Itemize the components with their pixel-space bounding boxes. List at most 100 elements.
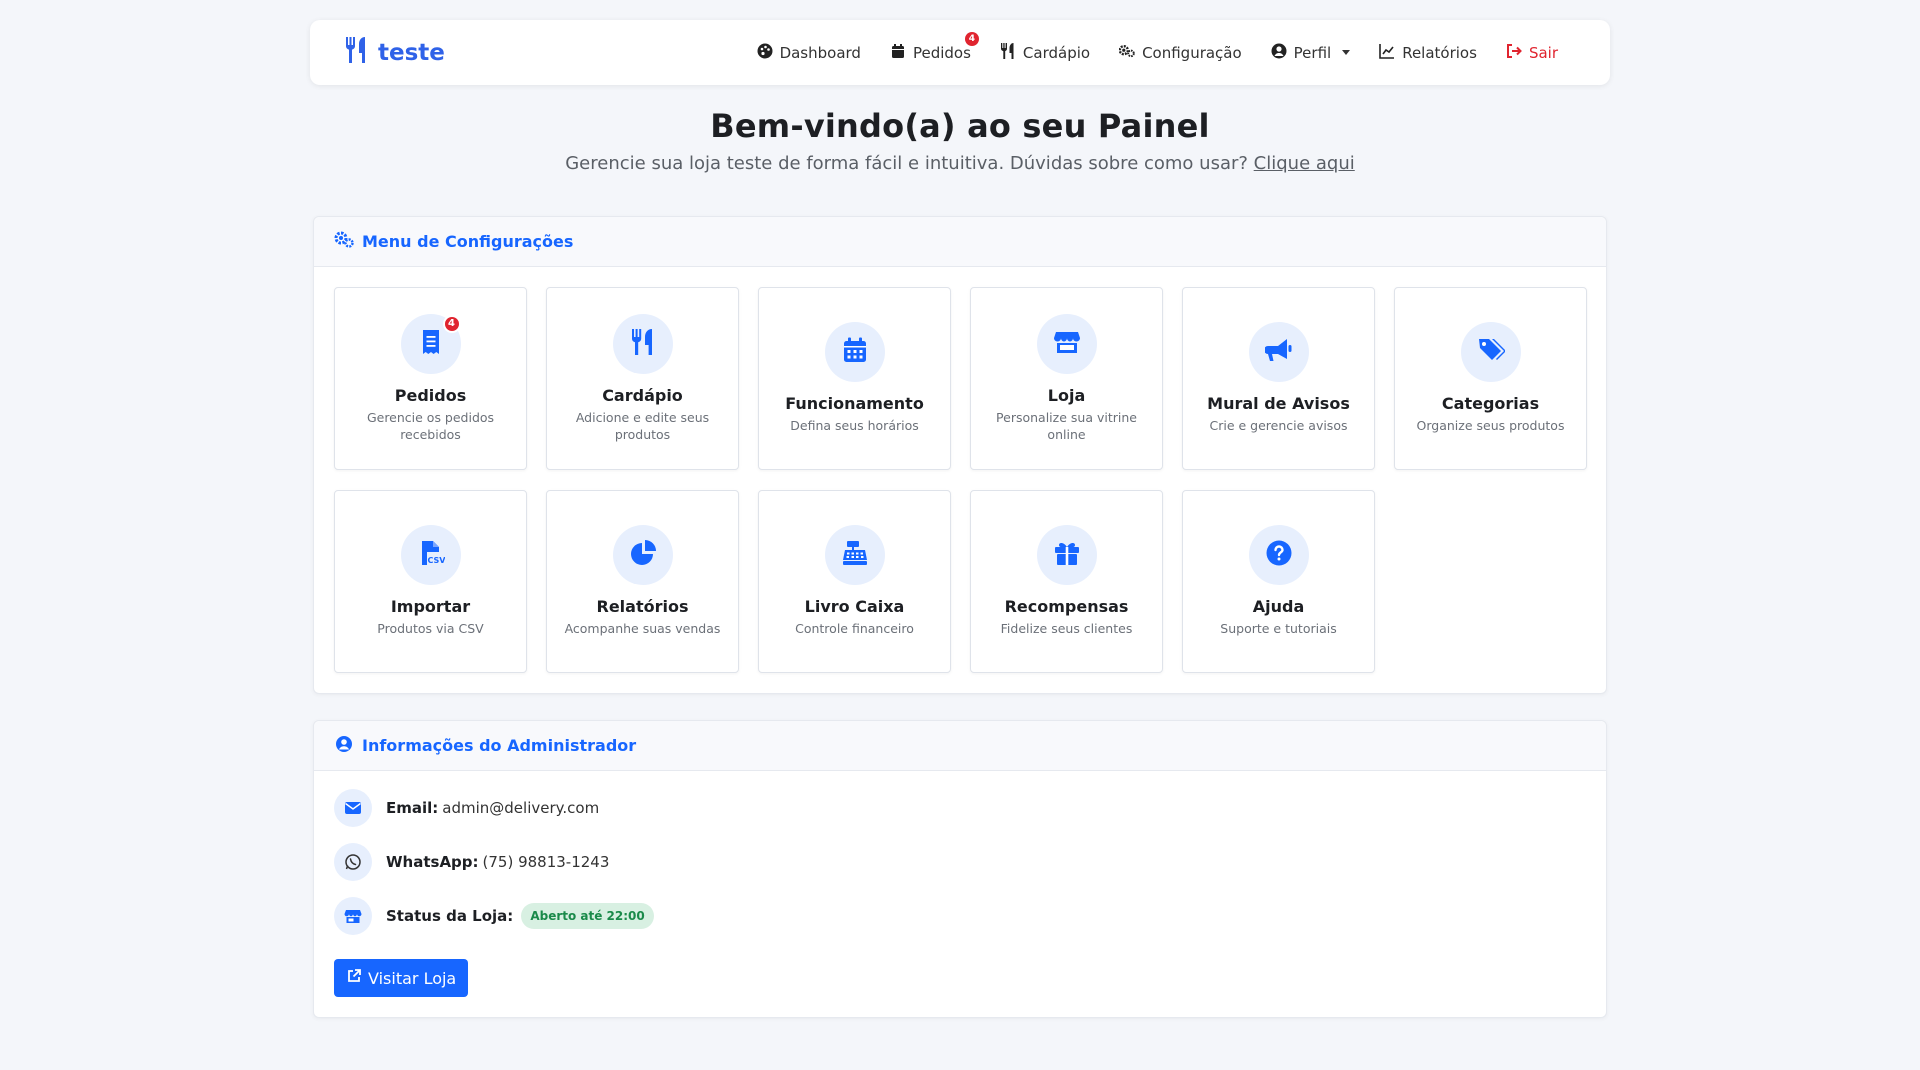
tile-description: Crie e gerencie avisos xyxy=(1209,418,1348,434)
tile-importar[interactable]: CSV Importar Produtos via CSV xyxy=(334,490,527,673)
tile-title: Ajuda xyxy=(1252,597,1305,617)
page-title: Bem-vindo(a) ao seu Painel xyxy=(710,107,1210,145)
gears-icon xyxy=(1118,43,1135,63)
file-csv-icon: CSV xyxy=(417,539,446,571)
card-title: Menu de Configurações xyxy=(362,232,574,251)
tile-loja[interactable]: Loja Personalize sua vitrine online xyxy=(970,287,1163,470)
tile-description: Defina seus horários xyxy=(790,418,919,434)
tile-title: Loja xyxy=(1047,385,1086,405)
nav-item-configuracao[interactable]: Configuração xyxy=(1118,43,1242,63)
info-row-status: Status da Loja: Aberto até 22:00 xyxy=(334,895,1586,937)
info-text: WhatsApp: (75) 98813-1243 xyxy=(386,853,609,871)
tile-description: Personalize sua vitrine online xyxy=(996,409,1137,442)
tile-icon-wrapper xyxy=(1460,322,1521,383)
utensils-icon xyxy=(629,328,657,360)
receipt-icon xyxy=(417,328,445,360)
external-link-icon xyxy=(346,968,362,988)
tile-icon-wrapper xyxy=(1248,525,1309,586)
gears-icon xyxy=(334,231,354,253)
tile-cardapio[interactable]: Cardápio Adicione e edite seus produtos xyxy=(546,287,739,470)
page-subtitle: Gerencie sua loja teste de forma fácil e… xyxy=(310,153,1610,174)
nav-label: Dashboard xyxy=(779,43,861,62)
tile-title: Pedidos xyxy=(394,385,467,405)
tile-icon-wrapper xyxy=(1248,322,1309,383)
tile-description: Fidelize seus clientes xyxy=(1000,621,1133,637)
envelope-icon xyxy=(334,789,372,827)
gift-icon xyxy=(1053,539,1081,571)
page-container: teste Dashboard Pedidos 4 Cardápio Confi… xyxy=(310,20,1610,1018)
brand[interactable]: teste xyxy=(344,36,445,70)
tile-description: Controle financeiro xyxy=(795,621,914,637)
tile-icon-wrapper xyxy=(612,313,673,374)
config-menu-card: Menu de Configurações 4 Pedidos Gerencie… xyxy=(313,216,1607,694)
help-link[interactable]: Clique aqui xyxy=(1254,153,1355,174)
status-label: Status da Loja: xyxy=(386,907,514,925)
tile-title: Relatórios xyxy=(596,597,689,617)
tile-title: Recompensas xyxy=(1004,597,1129,617)
nav-item-dashboard[interactable]: Dashboard xyxy=(757,43,861,63)
nav-label: Relatórios xyxy=(1402,43,1477,62)
question-circle-icon xyxy=(1265,539,1293,571)
tile-icon-wrapper: CSV xyxy=(400,525,461,586)
sign-out-icon xyxy=(1506,43,1522,63)
email-value: admin@delivery.com xyxy=(442,799,600,817)
nav-item-relatorios[interactable]: Relatórios xyxy=(1379,43,1477,63)
tile-description: Produtos via CSV xyxy=(377,621,484,637)
chart-line-icon xyxy=(1379,43,1395,63)
tile-categorias[interactable]: Categorias Organize seus produtos xyxy=(1394,287,1587,470)
tile-icon-wrapper xyxy=(1036,313,1097,374)
tile-icon-wrapper xyxy=(824,525,885,586)
user-circle-icon xyxy=(334,735,354,757)
tile-relatorios[interactable]: Relatórios Acompanhe suas vendas xyxy=(546,490,739,673)
tile-title: Categorias xyxy=(1441,394,1540,414)
nav-item-pedidos[interactable]: Pedidos 4 xyxy=(890,31,979,63)
calendar-icon xyxy=(890,43,906,63)
info-text: Email: admin@delivery.com xyxy=(386,799,599,817)
info-row-whatsapp: WhatsApp: (75) 98813-1243 xyxy=(334,841,1586,883)
nav-item-sair[interactable]: Sair xyxy=(1506,43,1558,63)
store-icon xyxy=(334,897,372,935)
tile-icon-wrapper: 4 xyxy=(400,313,461,374)
top-navbar: teste Dashboard Pedidos 4 Cardápio Confi… xyxy=(310,20,1610,85)
tile-description: Gerencie os pedidos recebidos xyxy=(366,409,495,442)
tile-mural-de-avisos[interactable]: Mural de Avisos Crie e gerencie avisos xyxy=(1182,287,1375,470)
info-row-email: Email: admin@delivery.com xyxy=(334,787,1586,829)
nav-label: Pedidos xyxy=(912,43,971,62)
tags-icon xyxy=(1477,336,1506,368)
status-badge: Aberto até 22:00 xyxy=(521,903,654,929)
tile-funcionamento[interactable]: Funcionamento Defina seus horários xyxy=(758,287,951,470)
megaphone-icon xyxy=(1263,336,1293,368)
tile-title: Cardápio xyxy=(602,385,683,405)
tile-description: Adicione e edite seus produtos xyxy=(575,409,710,442)
notification-badge: 4 xyxy=(964,31,979,46)
email-label: Email: xyxy=(386,799,439,817)
tile-ajuda[interactable]: Ajuda Suporte e tutoriais xyxy=(1182,490,1375,673)
tile-recompensas[interactable]: Recompensas Fidelize seus clientes xyxy=(970,490,1163,673)
nav-label: Cardápio xyxy=(1022,43,1091,62)
whatsapp-icon xyxy=(334,843,372,881)
store-icon xyxy=(1053,328,1081,360)
user-circle-icon xyxy=(1271,43,1287,63)
tile-title: Livro Caixa xyxy=(804,597,905,617)
admin-info-card: Informações do Administrador Email: admin… xyxy=(313,720,1607,1018)
nav-item-perfil[interactable]: Perfil xyxy=(1271,43,1351,63)
visit-store-button[interactable]: Visitar Loja xyxy=(334,959,469,997)
nav-menu: Dashboard Pedidos 4 Cardápio Configuraçã… xyxy=(757,31,1576,63)
chevron-down-icon xyxy=(1342,50,1351,55)
brand-name: teste xyxy=(378,39,445,66)
palette-icon xyxy=(757,43,773,63)
tile-description: Organize seus produtos xyxy=(1416,418,1565,434)
tile-livro-caixa[interactable]: Livro Caixa Controle financeiro xyxy=(758,490,951,673)
admin-info-body: Email: admin@delivery.com WhatsApp: (75) 9… xyxy=(314,771,1606,1017)
nav-item-cardapio[interactable]: Cardápio xyxy=(1000,42,1091,63)
tile-icon-wrapper xyxy=(824,322,885,383)
utensils-icon xyxy=(344,36,370,70)
tile-pedidos[interactable]: 4 Pedidos Gerencie os pedidos recebidos xyxy=(334,287,527,470)
admin-info-header: Informações do Administrador xyxy=(314,721,1606,771)
nav-label: Configuração xyxy=(1142,43,1242,62)
whatsapp-value: (75) 98813-1243 xyxy=(482,853,610,871)
whatsapp-label: WhatsApp: xyxy=(386,853,479,871)
config-grid: 4 Pedidos Gerencie os pedidos recebidos … xyxy=(314,267,1606,693)
tile-title: Importar xyxy=(390,597,471,617)
tile-icon-wrapper xyxy=(612,525,673,586)
